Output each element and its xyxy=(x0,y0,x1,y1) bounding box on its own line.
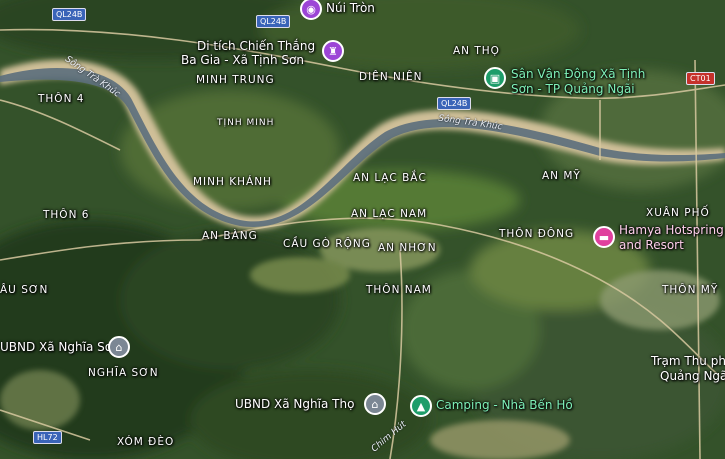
monument-icon[interactable]: ♜ xyxy=(322,40,344,62)
place-minh-khanh: MINH KHÁNH xyxy=(193,176,272,188)
poi-ubnd-nghia-tho[interactable]: UBND Xã Nghĩa Thọ xyxy=(235,397,354,411)
stadium-icon[interactable]: ▣ xyxy=(484,67,506,89)
road-shield-ql24b-west: QL24B xyxy=(52,8,87,21)
place-thon-4: THÔN 4 xyxy=(38,93,85,105)
place-au-son: ÂU SƠN xyxy=(0,284,49,296)
road-shield-hl72: HL72 xyxy=(33,431,62,444)
place-cau-go-rong: CẦU GÒ RỘNG xyxy=(283,238,371,250)
hotel-bed-icon[interactable]: ▬ xyxy=(593,226,615,248)
road-shield-ql24b-north: QL24B xyxy=(256,15,291,28)
place-minh-trung: MINH TRUNG xyxy=(196,74,275,86)
poi-di-tich-line2[interactable]: Ba Gia - Xã Tịnh Sơn xyxy=(181,53,304,67)
poi-camping[interactable]: Camping - Nhà Bến Hồ xyxy=(436,398,573,412)
place-an-my: AN MỸ xyxy=(542,170,581,182)
place-thon-6: THÔN 6 xyxy=(43,209,90,221)
government-building-icon-nghia-tho[interactable]: ⌂ xyxy=(364,393,386,415)
poi-nui-tron[interactable]: Núi Tròn xyxy=(326,1,375,15)
road-shield-ct01: CT01 xyxy=(686,72,715,85)
road-shield-ql24b-east: QL24B xyxy=(437,97,472,110)
poi-ubnd-nghia-son[interactable]: UBND Xã Nghĩa Sơn xyxy=(0,340,120,354)
place-thon-my: THÔN MỸ xyxy=(662,284,719,296)
campground-icon[interactable]: ▲ xyxy=(410,395,432,417)
place-thon-dong: THÔN ĐÔNG xyxy=(499,228,575,240)
poi-hamya-line1[interactable]: Hamya Hotspring xyxy=(619,223,724,237)
government-building-icon[interactable]: ⌂ xyxy=(108,336,130,358)
place-xom-deo: XÓM ĐÈO xyxy=(117,436,175,448)
poi-san-van-dong-line2[interactable]: Sơn - TP Quảng Ngãi xyxy=(511,82,635,96)
place-nghia-son: NGHĨA SƠN xyxy=(88,367,159,379)
place-dien-nien: DIÊN NIÊN xyxy=(359,71,423,83)
place-an-tho: AN THỌ xyxy=(453,45,500,57)
poi-tram-thu-phi-line2[interactable]: Quảng Ngã xyxy=(660,369,725,383)
place-an-lac-bac: AN LẠC BẮC xyxy=(353,172,427,184)
poi-san-van-dong-line1[interactable]: Sân Vận Động Xã Tịnh xyxy=(511,67,645,81)
satellite-map[interactable]: Sông Trà Khúc Sông Trà Khúc QL24B QL24B … xyxy=(0,0,725,459)
poi-di-tich-line1[interactable]: Di tích Chiến Thắng xyxy=(197,39,315,53)
poi-tram-thu-phi-line1[interactable]: Trạm Thu ph xyxy=(651,354,725,368)
place-an-nhon: AN NHƠN xyxy=(378,242,437,254)
place-thon-nam: THÔN NAM xyxy=(366,284,432,296)
poi-hamya-line2[interactable]: and Resort xyxy=(619,238,684,252)
place-an-bang: AN BÀNG xyxy=(202,230,258,242)
place-an-lac-nam: AN LẠC NAM xyxy=(351,208,428,220)
place-xuan-pho: XUÂN PHỐ xyxy=(646,207,710,219)
place-tinh-minh: TỊNH MINH xyxy=(217,118,275,128)
